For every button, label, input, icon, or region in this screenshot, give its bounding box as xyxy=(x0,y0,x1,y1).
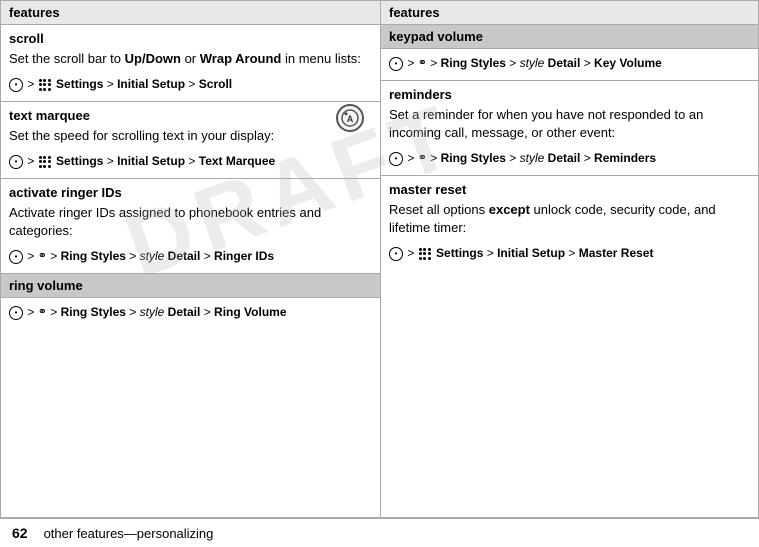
text-marquee-section: text marquee A ✦ Set the speed for scrol… xyxy=(1,102,380,179)
keypad-volume-section: keypad volume • > ⚭ > Ring Styles > styl… xyxy=(381,25,758,81)
text-marquee-nav: • > Settings > Initial Setup > Text Marq… xyxy=(1,151,380,178)
scroll-nav: • > Settings > Initial Setup > Scroll xyxy=(1,74,380,101)
scroll-header: scroll xyxy=(1,25,380,48)
text-marquee-header: text marquee A ✦ xyxy=(1,102,380,125)
master-reset-body: Reset all options except unlock code, se… xyxy=(381,199,758,243)
left-features-header: features xyxy=(1,1,380,25)
text-marquee-icon: A ✦ xyxy=(336,104,364,132)
reminders-nav: • > ⚭ > Ring Styles > style Detail > Rem… xyxy=(381,148,758,175)
keypad-volume-nav: • > ⚭ > Ring Styles > style Detail > Key… xyxy=(381,49,758,80)
reminders-header: reminders xyxy=(381,81,758,104)
text-marquee-body: Set the speed for scrolling text in your… xyxy=(1,125,380,151)
scroll-section: scroll Set the scroll bar to Up/Down or … xyxy=(1,25,380,102)
activate-ringer-ids-header: activate ringer IDs xyxy=(1,179,380,202)
keypad-volume-header: keypad volume xyxy=(381,25,758,49)
ring-volume-header: ring volume xyxy=(1,274,380,298)
right-column: features keypad volume • > ⚭ > Ring Styl… xyxy=(381,1,758,517)
activate-ringer-ids-section: activate ringer IDs Activate ringer IDs … xyxy=(1,179,380,274)
scroll-body: Set the scroll bar to Up/Down or Wrap Ar… xyxy=(1,48,380,74)
right-features-header: features xyxy=(381,1,758,25)
master-reset-section: master reset Reset all options except un… xyxy=(381,176,758,270)
ring-volume-section: ring volume • > ⚭ > Ring Styles > style … xyxy=(1,274,380,329)
page-number: 62 xyxy=(12,525,28,541)
ring-volume-nav: • > ⚭ > Ring Styles > style Detail > Rin… xyxy=(1,298,380,329)
master-reset-nav: • > Settings > Initial Setup > Master Re… xyxy=(381,243,758,270)
footer: 62 other features—personalizing xyxy=(0,518,759,547)
activate-ringer-ids-body: Activate ringer IDs assigned to phoneboo… xyxy=(1,202,380,246)
svg-text:✦: ✦ xyxy=(343,111,348,118)
reminders-body: Set a reminder for when you have not res… xyxy=(381,104,758,148)
left-column: features scroll Set the scroll bar to Up… xyxy=(1,1,381,517)
master-reset-header: master reset xyxy=(381,176,758,199)
reminders-section: reminders Set a reminder for when you ha… xyxy=(381,81,758,176)
footer-description: other features—personalizing xyxy=(44,526,214,541)
activate-ringer-ids-nav: • > ⚭ > Ring Styles > style Detail > Rin… xyxy=(1,246,380,273)
